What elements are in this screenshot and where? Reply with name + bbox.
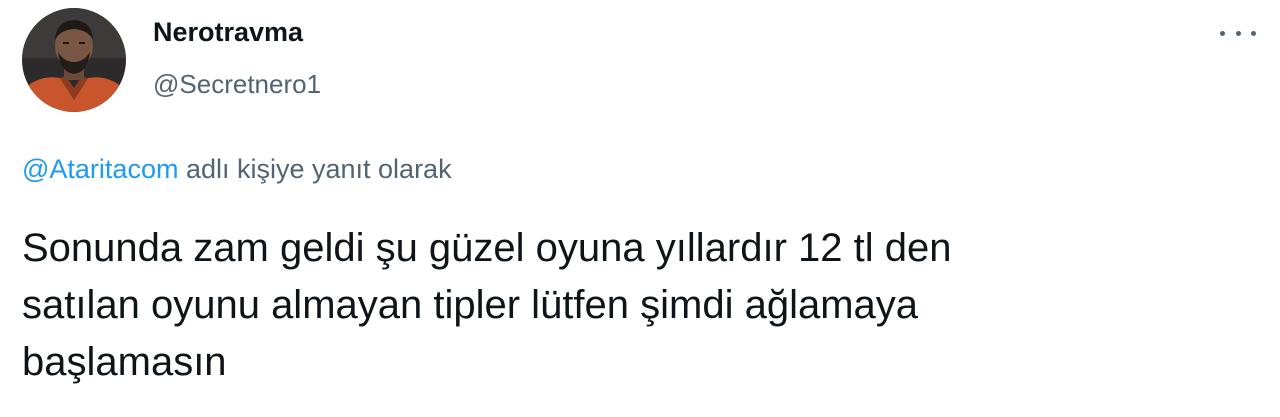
reply-context-label: adlı kişiye yanıt olarak [178, 154, 452, 184]
more-horizontal-icon-dot [1251, 30, 1256, 36]
user-avatar-icon [22, 8, 126, 112]
author-display-name[interactable]: Nerotravma [153, 14, 321, 50]
tweet-card: Nerotravma @Secretnero1 @Ataritacom adlı… [0, 0, 1280, 417]
tweet-text-line: Sonunda zam geldi şu güzel oyuna yıllard… [22, 226, 952, 270]
more-horizontal-icon-dot [1235, 30, 1241, 36]
author-info: Nerotravma @Secretnero1 [153, 14, 321, 102]
reply-mention-link[interactable]: @Ataritacom [22, 154, 178, 184]
reply-context: @Ataritacom adlı kişiye yanıt olarak [22, 151, 452, 187]
tweet-text-line: satılan oyunu almayan tipler lütfen şimd… [22, 283, 919, 327]
author-avatar[interactable] [22, 8, 126, 112]
more-horizontal-icon [1220, 30, 1225, 36]
more-options-button[interactable] [1216, 18, 1260, 48]
author-handle[interactable]: @Secretnero1 [153, 66, 321, 102]
tweet-text-line: başlamasın [22, 340, 227, 384]
tweet-text: Sonunda zam geldi şu güzel oyuna yıllard… [22, 220, 1252, 391]
